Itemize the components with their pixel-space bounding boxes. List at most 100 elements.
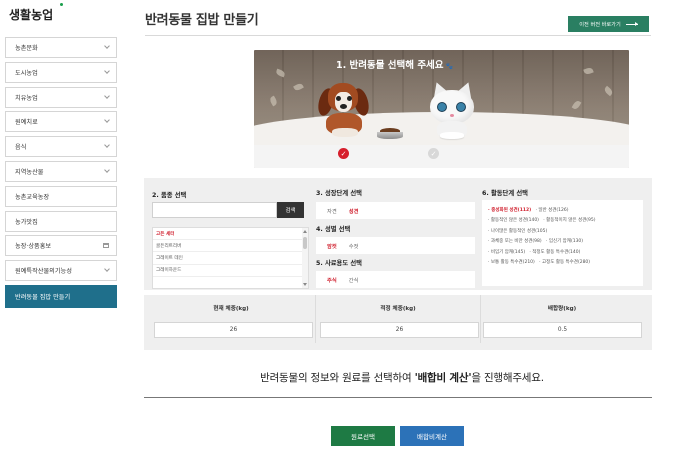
activity-option[interactable]: · 일반 성견(126) — [536, 208, 569, 213]
breed-item-label: 고든 세터 — [156, 231, 175, 237]
sidebar-item-label: 농촌문화 — [15, 45, 38, 52]
scroll-thumb[interactable] — [303, 237, 307, 249]
sidebar-item-farm-promotion[interactable]: 농장·상품홍보 — [5, 235, 117, 257]
breed-search-button[interactable]: 검색 — [277, 202, 304, 218]
chevron-down-icon — [104, 266, 110, 273]
scroll-up-icon[interactable] — [303, 230, 307, 233]
usage-option-main[interactable]: 주식 — [327, 276, 337, 284]
list-item[interactable]: 그레이트 데인 — [153, 252, 308, 265]
instruction-message: 반려동물의 정보와 원료를 선택하여 '배합비 계산'을 진행해주세요. — [0, 370, 680, 385]
prev-version-label: 이전 버전 바로가기 — [579, 21, 621, 28]
chevron-down-icon — [104, 117, 110, 124]
dog-option[interactable] — [315, 80, 372, 140]
message-after: 을 진행해주세요. — [471, 372, 544, 384]
activity-option[interactable]: · 중성화된 성견(112) — [488, 208, 531, 213]
activity-option[interactable]: · 임신기 암캐(130) — [546, 239, 583, 244]
chevron-down-icon — [104, 167, 110, 173]
sidebar-item-horticultural-therapy[interactable]: 원예치료 — [5, 111, 117, 133]
activity-option[interactable]: · 과체중 또는 비만 성견(98) — [488, 239, 542, 244]
activity-option[interactable]: · 고정도 활동 특수견(280) — [539, 260, 590, 265]
header-divider — [145, 35, 651, 36]
sidebar-nav: 농촌문화 도시농업 치유농업 원예치료 음식 지역농산물 농촌교육농장 농가맛집… — [5, 37, 117, 312]
growth-option-puppy[interactable]: 자견 — [327, 207, 337, 215]
list-item[interactable]: 고든 세터 — [153, 228, 308, 241]
activity-row: · 보통 활동 특수견(210) · 고정도 활동 특수견(280) — [488, 258, 637, 268]
banner-title-text: 1. 반려동물 선택해 주세요 — [336, 60, 444, 71]
results-divider — [315, 295, 316, 343]
breed-item-label: 그레이트 데인 — [156, 255, 183, 261]
breed-item-label: 그레이하운드 — [156, 268, 182, 274]
paw-icon: 🐾 — [445, 63, 454, 70]
sidebar-item-pet-meal[interactable]: 반려동물 집밥 만들기 — [5, 284, 117, 308]
cat-paws — [440, 132, 464, 139]
cat-eye — [456, 102, 466, 112]
breed-list[interactable]: 고든 세터 골든리트리버 그레이트 데인 그레이하운드 — [152, 227, 309, 289]
sidebar-item-label: 원예특작산물의기능성 — [15, 268, 72, 276]
sidebar-item-healing-farming[interactable]: 치유농업 — [5, 86, 117, 108]
message-divider — [144, 397, 652, 398]
dog-selected-check-icon[interactable]: ✓ — [338, 148, 349, 159]
breed-search-input[interactable] — [152, 202, 277, 218]
growth-option-adult[interactable]: 성견 — [349, 207, 359, 215]
sex-label: 4. 성별 선택 — [316, 226, 351, 233]
activity-option[interactable]: · 보통 활동 특수견(210) — [488, 260, 535, 265]
activity-row: · 나이많은 활동적인 성견(105) — [488, 227, 637, 237]
sidebar-item-label: 지역농산물 — [15, 168, 44, 176]
usage-label: 5. 사료용도 선택 — [316, 260, 362, 267]
sidebar-item-label: 도시농업 — [15, 69, 38, 77]
activity-option[interactable]: · 활동적이지 않은 성견(95) — [543, 218, 595, 223]
sidebar-item-label: 농가맛집 — [15, 218, 38, 226]
sidebar-item-label: 치유농업 — [15, 94, 38, 102]
current-weight-label: 현재 체중(kg) — [213, 306, 249, 312]
banner-title: 1. 반려동물 선택해 주세요 🐾 — [336, 57, 453, 71]
sidebar-item-local-produce[interactable]: 지역농산물 — [5, 160, 117, 182]
page-title: 반려동물 집밥 만들기 — [145, 13, 259, 28]
breed-label: 2. 품종 선택 — [152, 192, 187, 199]
bowl-dish — [377, 132, 403, 139]
current-weight-field[interactable]: 26 — [154, 322, 313, 338]
activity-options: · 중성화된 성견(112) · 일반 성견(126) · 활동적인 않은 성견… — [482, 200, 643, 286]
dog-face — [335, 92, 352, 112]
feed-amount-field[interactable]: 0.5 — [483, 322, 642, 338]
ideal-weight-field[interactable]: 26 — [320, 322, 479, 338]
cat-unselected-check-icon[interactable]: ✓ — [428, 148, 439, 159]
list-item[interactable]: 골든리트리버 — [153, 240, 308, 253]
breed-scrollbar[interactable] — [302, 228, 308, 288]
activity-option[interactable]: · 나이많은 활동적인 성견(105) — [488, 229, 547, 234]
activity-option[interactable]: · 활동적인 않은 성견(140) — [488, 218, 539, 223]
scroll-down-icon[interactable] — [303, 283, 307, 286]
dog-eye — [347, 96, 352, 101]
sex-options: 암컷 수컷 — [316, 237, 475, 254]
dog-nose — [340, 104, 347, 109]
sex-option-female[interactable]: 암컷 — [327, 242, 337, 250]
select-ingredients-button[interactable]: 원료선택 — [331, 426, 395, 446]
sidebar-item-education-farm[interactable]: 농촌교육농장 — [5, 185, 117, 207]
prev-version-button[interactable]: 이전 버전 바로가기 — [568, 16, 649, 32]
sidebar-item-urban-farming[interactable]: 도시농업 — [5, 61, 117, 83]
message-before: 반려동물의 정보와 원료를 선택하여 — [260, 372, 415, 384]
cat-option[interactable] — [428, 79, 478, 140]
activity-option[interactable]: · 적정도 활동 특수견(140) — [529, 250, 580, 255]
sidebar-item-label: 농촌교육농장 — [15, 193, 50, 201]
brand-title[interactable]: 생활농업 — [9, 3, 63, 23]
banner-fade — [254, 145, 629, 168]
sidebar-item-label: 농장·상품홍보 — [15, 243, 52, 251]
sidebar-item-rural-culture[interactable]: 농촌문화 — [5, 37, 117, 58]
feed-amount-label: 배합량(kg) — [547, 306, 577, 312]
dog-paws — [332, 128, 358, 137]
chevron-down-icon — [104, 142, 110, 149]
sidebar-item-food[interactable]: 음식 — [5, 136, 117, 158]
list-item[interactable]: 그레이하운드 — [153, 265, 308, 277]
page: 생활농업 농촌문화 도시농업 치유농업 원예치료 음식 지역농산물 농촌교육농장… — [0, 0, 680, 453]
usage-option-snack[interactable]: 간식 — [349, 276, 359, 284]
activity-row: · 과체중 또는 비만 성견(98) · 임신기 암캐(130) — [488, 237, 637, 247]
chevron-down-icon — [104, 92, 110, 99]
external-link-icon — [103, 243, 109, 249]
growth-label: 3. 성장단계 선택 — [316, 190, 362, 197]
activity-option[interactable]: · 비임기 암캐(145) — [488, 250, 525, 255]
sidebar-item-functional-crops[interactable]: 원예특작산물의기능성 — [5, 260, 117, 282]
sex-option-male[interactable]: 수컷 — [349, 242, 359, 250]
sidebar-item-farm-restaurant[interactable]: 농가맛집 — [5, 210, 117, 232]
calculate-ratio-button[interactable]: 배합비계산 — [400, 426, 464, 446]
cat-eye — [437, 102, 447, 112]
